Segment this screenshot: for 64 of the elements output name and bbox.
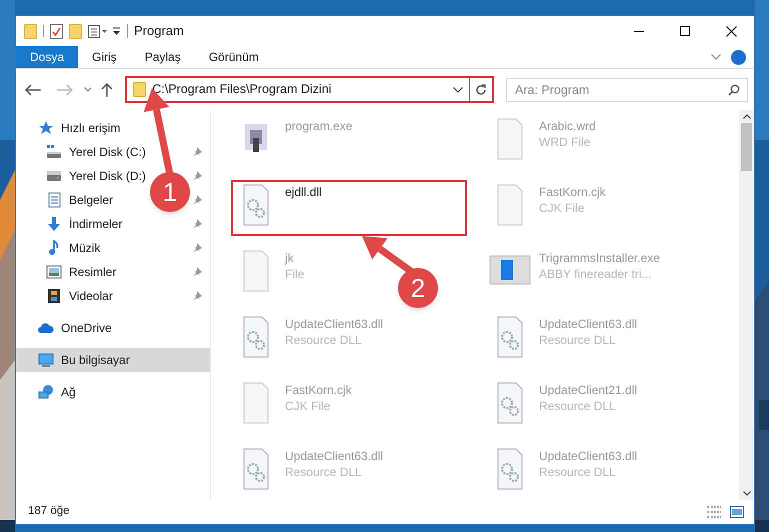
gear-file-icon — [242, 448, 270, 490]
pin-icon[interactable] — [192, 243, 202, 253]
pin-icon[interactable] — [192, 267, 202, 277]
nav-item[interactable]: Yerel Disk (C:) — [16, 140, 150, 164]
nav-item[interactable]: Resimler — [16, 260, 120, 284]
arrow — [362, 236, 414, 275]
scrollbar[interactable] — [739, 110, 754, 500]
dropdown-icon[interactable] — [112, 26, 121, 36]
pin-icon[interactable] — [192, 219, 202, 229]
refresh-icon[interactable] — [475, 84, 487, 96]
document-icon — [46, 192, 62, 208]
ribbon-tab[interactable]: Giriş — [78, 46, 131, 68]
checklist-icon[interactable] — [50, 24, 63, 38]
close-icon — [726, 26, 736, 36]
chevron-down-icon[interactable] — [453, 86, 463, 92]
details-view-icon[interactable] — [706, 506, 722, 518]
ribbon-tab[interactable]: Dosya — [16, 46, 78, 68]
ribbon-tab[interactable]: Görünüm — [194, 46, 273, 68]
address-bar[interactable]: C:\Program Files\Program Dizini — [125, 76, 494, 103]
scroll-up-icon[interactable] — [742, 114, 750, 119]
address-path: C:\Program Files\Program Dizini — [152, 81, 332, 98]
nav-item[interactable]: Müzik — [16, 236, 104, 260]
search-icon — [728, 84, 740, 96]
file-icon — [242, 382, 270, 424]
drive-icon — [46, 168, 62, 184]
drive-icon — [46, 144, 62, 160]
nav-item[interactable]: İndirmeler — [16, 212, 126, 236]
scrollbar-thumb[interactable] — [741, 123, 752, 171]
pin-icon[interactable] — [192, 171, 202, 181]
gear-file-icon — [496, 316, 524, 358]
pin-icon[interactable] — [192, 195, 202, 205]
nav-item[interactable]: Bu bilgisayar — [16, 348, 210, 372]
nav-item[interactable]: Hızlı erişim — [16, 116, 124, 140]
gear-file-icon — [496, 448, 524, 490]
scroll-down-icon[interactable] — [742, 491, 750, 496]
search-field[interactable]: Ara: Program — [506, 78, 748, 102]
file-icon — [496, 184, 524, 226]
ribbon-tab[interactable]: Paylaş — [130, 46, 195, 68]
gear-file-icon — [496, 382, 524, 424]
file-icon — [496, 118, 524, 160]
gear-file-icon — [242, 316, 270, 358]
window-title: Program — [134, 22, 184, 40]
properties-icon[interactable] — [88, 24, 108, 38]
gear-file-icon — [242, 184, 270, 226]
file-item[interactable]: ejdll.dll — [231, 180, 467, 236]
nav-item[interactable]: Ağ — [16, 380, 80, 404]
file-icon — [242, 250, 270, 292]
star-icon — [38, 120, 54, 136]
nav-item[interactable]: Belgeler — [16, 188, 118, 212]
pin-icon[interactable] — [192, 147, 202, 157]
pin-icon[interactable] — [192, 291, 202, 301]
nav-item[interactable]: Videolar — [16, 284, 117, 308]
nav-item[interactable]: OneDrive — [16, 316, 116, 340]
network-icon — [38, 384, 54, 400]
item-count: 187 öğe — [28, 504, 70, 520]
monitor-icon — [38, 352, 54, 368]
large-icons-view-icon[interactable] — [730, 506, 744, 518]
film-icon — [46, 288, 62, 304]
nav-item[interactable]: Yerel Disk (D:) — [16, 164, 150, 188]
picture-icon — [46, 264, 62, 280]
folder-icon — [133, 82, 146, 97]
up-arrow-icon[interactable] — [101, 82, 114, 98]
download-arrow-icon — [46, 216, 62, 232]
back-arrow-icon[interactable] — [24, 84, 42, 96]
